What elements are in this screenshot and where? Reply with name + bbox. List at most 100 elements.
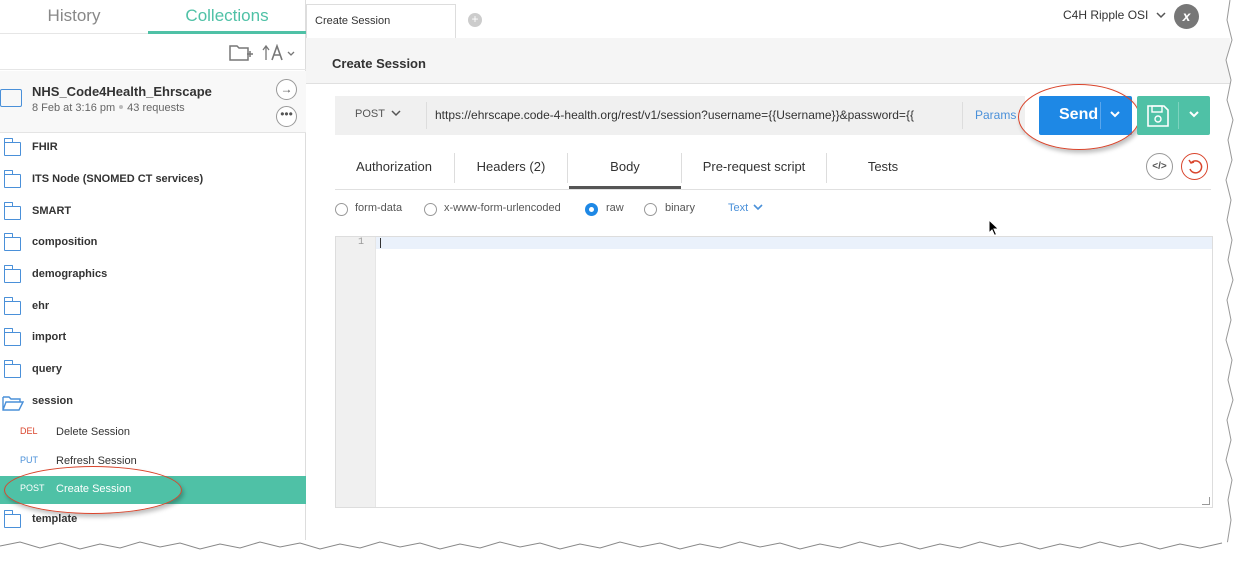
reset-icon[interactable] <box>1181 153 1208 180</box>
environment-select[interactable]: C4H Ripple OSI <box>1063 8 1166 22</box>
new-folder-icon[interactable] <box>229 42 253 64</box>
folder-label: demographics <box>32 268 108 280</box>
folder-demographics[interactable]: demographics <box>0 261 306 291</box>
tab-separator <box>567 153 568 183</box>
resize-grip-icon[interactable] <box>1202 497 1210 505</box>
request-refresh-session[interactable]: PUT Refresh Session <box>0 448 306 476</box>
line-number: 1 <box>357 237 364 248</box>
collection-meta: 8 Feb at 3:16 pm 43 requests <box>32 102 185 114</box>
sidebar: History Collections NHS_Code4Health_Ehrs… <box>0 0 306 540</box>
tab-headers[interactable]: Headers (2) <box>455 150 567 189</box>
folder-label: ehr <box>32 300 50 312</box>
folder-template[interactable]: template <box>0 506 306 536</box>
active-line-highlight <box>376 237 1212 249</box>
folder-icon <box>3 265 21 283</box>
tab-history[interactable]: History <box>0 0 148 34</box>
folder-label: ITS Node (SNOMED CT services) <box>32 173 204 185</box>
folder-icon <box>3 138 21 156</box>
tab-pre-request-script[interactable]: Pre-request script <box>683 150 825 189</box>
request-delete-session[interactable]: DEL Delete Session <box>0 419 306 447</box>
tab-tests[interactable]: Tests <box>827 150 939 189</box>
folder-import[interactable]: import <box>0 324 306 354</box>
folder-icon <box>3 328 21 346</box>
more-options-icon[interactable]: ••• <box>276 106 297 127</box>
folder-icon <box>3 233 21 251</box>
request-tabs: Authorization Headers (2) Body Pre-reque… <box>335 150 1211 190</box>
method-label: POST <box>355 108 385 120</box>
method-badge: DEL <box>20 426 38 436</box>
radio-raw[interactable] <box>585 203 598 216</box>
folder-session[interactable]: session <box>0 388 306 418</box>
main-panel: Create Session + C4H Ripple OSI x Create… <box>306 0 1230 540</box>
radio-form-data[interactable] <box>335 203 348 216</box>
radio-label[interactable]: binary <box>665 202 695 214</box>
radio-label[interactable]: form-data <box>355 202 402 214</box>
chevron-down-icon <box>391 108 401 120</box>
radio-label[interactable]: raw <box>606 202 624 214</box>
folder-its-node[interactable]: ITS Node (SNOMED CT services) <box>0 166 306 196</box>
body-type-options: form-data x-www-form-urlencoded raw bina… <box>335 200 935 220</box>
text-caret <box>380 238 381 248</box>
folder-label: FHIR <box>32 141 58 153</box>
collection-request-count: 43 requests <box>127 102 185 114</box>
radio-label[interactable]: x-www-form-urlencoded <box>444 202 561 214</box>
tab-authorization[interactable]: Authorization <box>335 150 453 189</box>
torn-edge-right <box>1222 0 1242 564</box>
folder-label: session <box>32 395 73 407</box>
separator-dot <box>119 105 124 109</box>
save-button[interactable] <box>1137 96 1210 135</box>
params-button[interactable]: Params <box>975 108 1016 122</box>
url-input[interactable]: https://ehrscape.code-4-health.org/rest/… <box>426 102 962 129</box>
folder-label: composition <box>32 236 98 248</box>
collection-folder-icon <box>0 89 22 107</box>
folder-open-icon <box>2 395 25 417</box>
chevron-down-icon[interactable] <box>1109 106 1121 122</box>
chevron-down-icon[interactable] <box>1188 106 1200 122</box>
torn-edge-bottom <box>0 540 1242 564</box>
code-snippet-icon[interactable]: </> <box>1146 153 1173 180</box>
send-button[interactable]: Send <box>1039 96 1132 135</box>
folder-composition[interactable]: composition <box>0 229 306 259</box>
method-badge: PUT <box>20 455 38 465</box>
body-format-select[interactable]: Text <box>728 202 763 214</box>
save-icon <box>1146 104 1170 133</box>
folder-icon <box>3 202 21 220</box>
folder-icon <box>3 360 21 378</box>
method-select[interactable]: POST <box>355 108 401 120</box>
folder-fhir[interactable]: FHIR <box>0 134 306 164</box>
request-label: Refresh Session <box>56 455 137 467</box>
chevron-down-icon <box>753 202 763 214</box>
folder-icon <box>3 297 21 315</box>
folder-ehr[interactable]: ehr <box>0 293 306 323</box>
radio-binary[interactable] <box>644 203 657 216</box>
sort-icon[interactable] <box>262 43 298 66</box>
tab-body[interactable]: Body <box>569 150 681 189</box>
tab-separator <box>681 153 682 183</box>
folder-icon <box>3 510 21 528</box>
body-format-label: Text <box>728 202 749 214</box>
folder-smart[interactable]: SMART <box>0 198 306 228</box>
mouse-pointer-icon <box>988 218 1000 242</box>
folder-label: import <box>32 331 67 343</box>
request-tab[interactable]: Create Session <box>306 4 456 38</box>
editor-gutter: 1 <box>336 237 376 507</box>
arrow-right-icon[interactable]: → <box>276 79 297 100</box>
page-title: Create Session <box>332 56 426 71</box>
body-editor[interactable]: 1 <box>335 236 1213 508</box>
request-title-bar: Create Session <box>306 38 1230 84</box>
request-create-session[interactable]: POST Create Session <box>0 476 306 504</box>
method-badge: POST <box>20 483 45 493</box>
url-bar: POST https://ehrscape.code-4-health.org/… <box>335 96 1025 135</box>
environment-label: C4H Ripple OSI <box>1063 8 1149 22</box>
tab-collections[interactable]: Collections <box>148 0 306 34</box>
collection-header[interactable]: NHS_Code4Health_Ehrscape 8 Feb at 3:16 p… <box>0 71 306 133</box>
folder-query[interactable]: query <box>0 356 306 386</box>
folder-label: SMART <box>32 205 72 217</box>
postman-logo-icon[interactable]: x <box>1174 4 1199 29</box>
request-label: Delete Session <box>56 426 130 438</box>
collection-date: 8 Feb at 3:16 pm <box>32 102 116 114</box>
add-tab-icon[interactable]: + <box>468 13 482 27</box>
sidebar-toolbar <box>0 36 306 70</box>
radio-x-www-form-urlencoded[interactable] <box>424 203 437 216</box>
request-label: Create Session <box>56 483 132 495</box>
